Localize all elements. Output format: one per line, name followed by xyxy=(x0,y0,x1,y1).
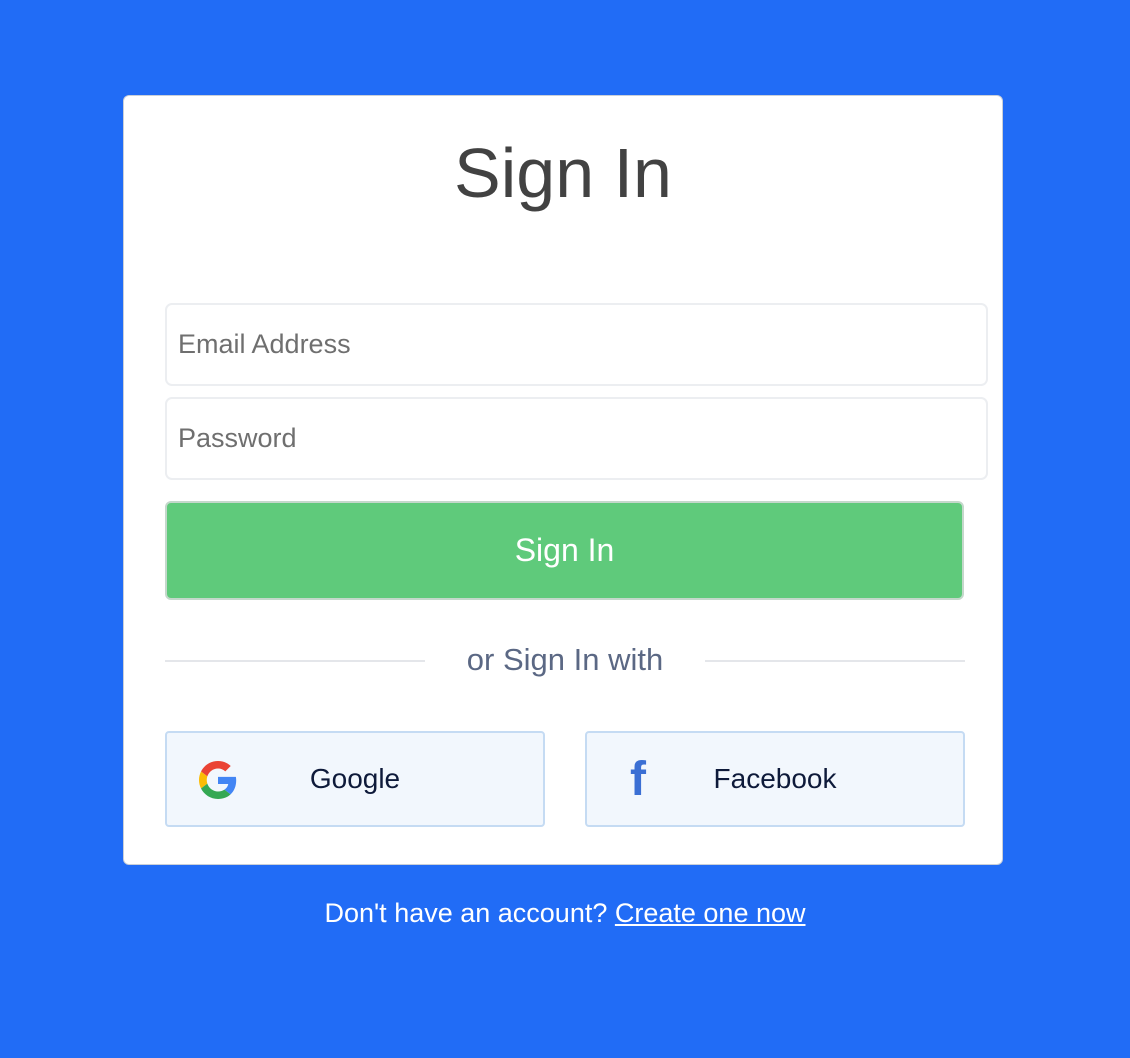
facebook-label: Facebook xyxy=(713,763,837,794)
sign-in-button[interactable]: Sign In xyxy=(165,501,964,600)
google-label: Google xyxy=(309,763,401,794)
divider-text: or Sign In with xyxy=(466,642,664,677)
password-field[interactable] xyxy=(165,397,988,480)
page-title: Sign In xyxy=(454,134,672,212)
footer: Don't have an account? Create one now xyxy=(0,895,1130,931)
facebook-sign-in-button[interactable]: f Facebook xyxy=(585,731,965,827)
email-field[interactable] xyxy=(165,303,988,386)
divider-left xyxy=(165,660,425,662)
google-sign-in-button[interactable]: Google xyxy=(165,731,545,827)
footer-prompt: Don't have an account? xyxy=(324,898,608,928)
divider-right xyxy=(705,660,965,662)
create-account-link[interactable]: Create one now xyxy=(615,898,806,928)
sign-in-card: Sign In Sign In or Sign In with Google f… xyxy=(123,95,1003,865)
